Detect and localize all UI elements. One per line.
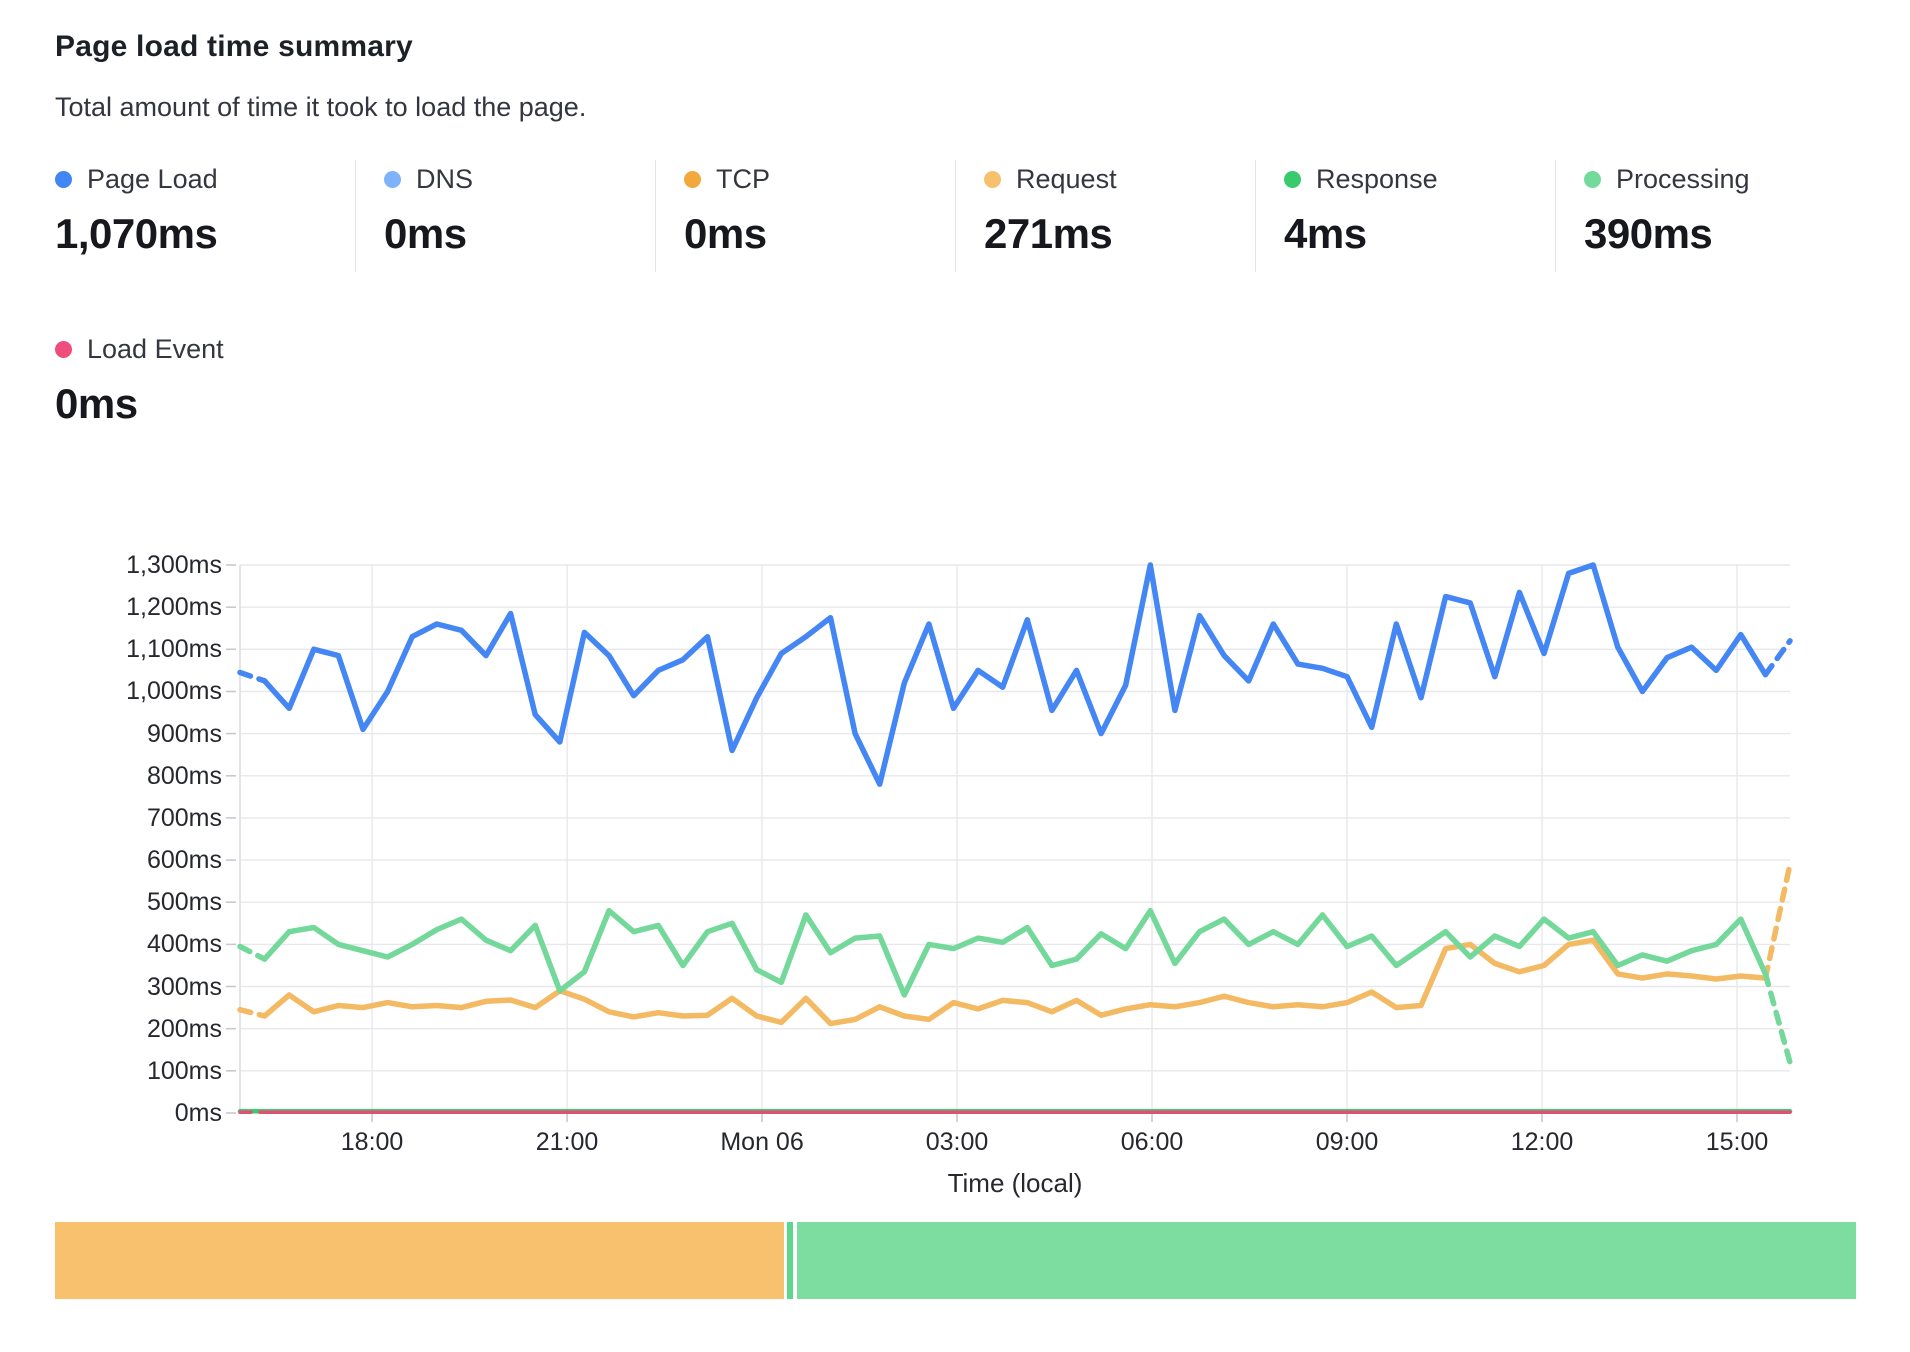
page-load-dot-icon	[55, 171, 72, 188]
x-tick-label: 21:00	[536, 1128, 599, 1157]
timeline-status-bar[interactable]	[55, 1222, 1856, 1299]
y-tick-label: 800ms	[40, 761, 222, 791]
legend-item-processing[interactable]: Processing 390ms	[1555, 160, 1855, 272]
x-tick-label: 06:00	[1121, 1128, 1184, 1157]
y-tick-label: 500ms	[40, 887, 222, 917]
series-line-page-load	[265, 565, 1766, 784]
page-load-summary-panel: { "header": { "title": "Page load time s…	[0, 0, 1910, 1352]
page-title: Page load time summary	[55, 30, 413, 64]
series-line-request	[265, 940, 1766, 1023]
y-tick-label: 400ms	[40, 929, 222, 959]
y-tick-label: 0ms	[40, 1098, 222, 1128]
legend-label-dns: DNS	[416, 164, 473, 195]
legend-label-page-load: Page Load	[87, 164, 218, 195]
legend-label-processing: Processing	[1616, 164, 1750, 195]
y-tick-label: 700ms	[40, 803, 222, 833]
legend-item-dns[interactable]: DNS 0ms	[355, 160, 655, 272]
x-tick-label: 18:00	[341, 1128, 404, 1157]
y-tick-label: 1,000ms	[40, 676, 222, 706]
legend-label-response: Response	[1316, 164, 1438, 195]
legend-value-dns: 0ms	[384, 210, 655, 258]
x-tick-label: 15:00	[1706, 1128, 1769, 1157]
series-line-processing	[265, 911, 1766, 995]
timeline-segment-green[interactable]	[797, 1222, 1856, 1299]
series-line-request	[1765, 864, 1790, 978]
y-tick-label: 300ms	[40, 972, 222, 1002]
x-axis-title: Time (local)	[948, 1168, 1083, 1199]
legend-item-page-load[interactable]: Page Load 1,070ms	[55, 160, 355, 272]
legend-label-request: Request	[1016, 164, 1117, 195]
series-line-request	[240, 1010, 265, 1016]
y-tick-label: 200ms	[40, 1014, 222, 1044]
legend-label-load-event: Load Event	[87, 334, 224, 365]
legend-item-load-event[interactable]: Load Event 0ms	[55, 330, 224, 442]
y-tick-label: 1,300ms	[40, 550, 222, 580]
legend-value-page-load: 1,070ms	[55, 210, 355, 258]
legend-value-request: 271ms	[984, 210, 1255, 258]
x-tick-label: 09:00	[1316, 1128, 1379, 1157]
legend-value-tcp: 0ms	[684, 210, 955, 258]
legend-label-tcp: TCP	[716, 164, 770, 195]
x-tick-label: 12:00	[1511, 1128, 1574, 1157]
x-tick-label: Mon 06	[720, 1128, 803, 1157]
y-tick-label: 1,100ms	[40, 634, 222, 664]
load-event-dot-icon	[55, 341, 72, 358]
request-dot-icon	[984, 171, 1001, 188]
line-chart-plot-area[interactable]	[240, 565, 1790, 1113]
dns-dot-icon	[384, 171, 401, 188]
legend-row-1: Page Load 1,070ms DNS 0ms TCP 0ms Request 271ms…	[55, 160, 1855, 272]
processing-dot-icon	[1584, 171, 1601, 188]
tcp-dot-icon	[684, 171, 701, 188]
series-line-page-load	[1765, 641, 1790, 675]
response-dot-icon	[1284, 171, 1301, 188]
series-line-processing	[240, 947, 265, 960]
legend-value-load-event: 0ms	[55, 380, 224, 428]
y-tick-label: 100ms	[40, 1056, 222, 1086]
page-subtitle: Total amount of time it took to load the…	[55, 92, 586, 123]
legend-item-request[interactable]: Request 271ms	[955, 160, 1255, 272]
y-tick-label: 900ms	[40, 719, 222, 749]
legend-row-2: Load Event 0ms	[55, 330, 224, 442]
legend-item-response[interactable]: Response 4ms	[1255, 160, 1555, 272]
timeline-segment-orange[interactable]	[55, 1222, 784, 1299]
series-line-page-load	[240, 673, 265, 681]
y-tick-label: 600ms	[40, 845, 222, 875]
y-tick-label: 1,200ms	[40, 592, 222, 622]
legend-value-processing: 390ms	[1584, 210, 1855, 258]
legend-value-response: 4ms	[1284, 210, 1555, 258]
legend-item-tcp[interactable]: TCP 0ms	[655, 160, 955, 272]
x-tick-label: 03:00	[926, 1128, 989, 1157]
